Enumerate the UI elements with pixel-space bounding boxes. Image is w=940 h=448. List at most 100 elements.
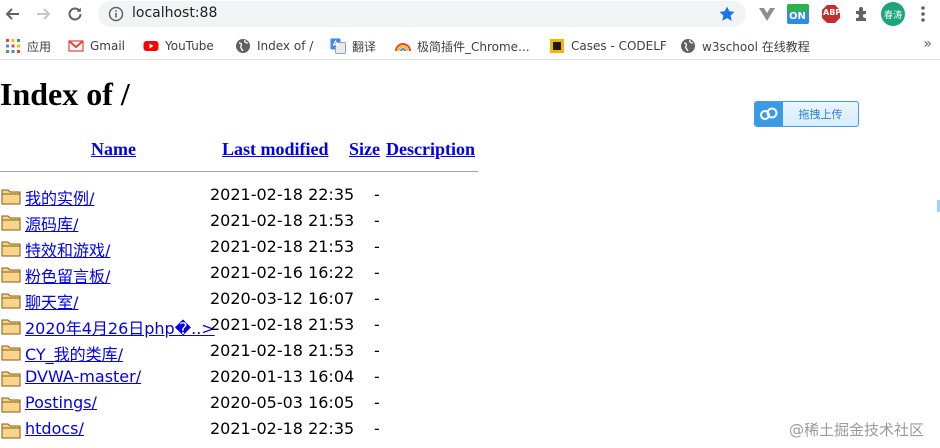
last-modified-value: 2021-02-16 16:22 [210, 263, 355, 282]
last-modified-value: 2021-02-18 21:53 [210, 341, 355, 360]
sort-by-description-link[interactable]: Description [386, 139, 475, 159]
table-row: Postings/2020-05-03 16:05- [0, 391, 940, 417]
table-row: DVWA-master/2020-01-13 16:04- [0, 365, 940, 391]
last-modified-value: 2021-02-18 21:53 [210, 237, 355, 256]
bookmark-label: w3school 在线教程 [702, 39, 810, 54]
folder-icon [1, 265, 21, 283]
apps-grid-icon [6, 39, 20, 53]
folder-link[interactable]: htdocs/ [25, 419, 84, 438]
header-divider [0, 171, 478, 172]
abp-badge-text: ABP [823, 8, 842, 17]
profile-avatar[interactable]: 春涛 [881, 2, 905, 26]
upload-button-label: 拖拽上传 [798, 108, 843, 121]
reload-icon [68, 7, 82, 21]
bookmark-label: 翻译 [352, 39, 377, 54]
column-header-last-modified[interactable]: Last modified [222, 139, 329, 160]
table-row: 2020年4月26日php�..> 2021-02-18 21:53- [0, 313, 940, 339]
bookmark-apps[interactable]: 应用 [5, 37, 51, 55]
size-value: - [374, 315, 380, 334]
column-header-name[interactable]: Name [91, 139, 136, 160]
folder-link[interactable]: DVWA-master/ [25, 367, 141, 386]
table-row: 特效和游戏/2021-02-18 21:53- [0, 235, 940, 261]
bookmark-label: YouTube [165, 39, 214, 53]
extensions-puzzle-icon[interactable] [851, 3, 873, 25]
back-arrow-icon [5, 8, 19, 20]
sort-by-size-link[interactable]: Size [349, 139, 380, 159]
page-title: Index of / [0, 76, 130, 112]
size-value: - [374, 393, 380, 412]
reload-button[interactable] [64, 3, 86, 25]
cloud-icon [755, 102, 783, 126]
folder-icon [1, 187, 21, 205]
bookmark-label: Index of / [257, 39, 314, 53]
size-value: - [374, 211, 380, 230]
last-modified-value: 2020-01-13 16:04 [210, 367, 355, 386]
gmail-icon [68, 40, 84, 52]
folder-icon [1, 213, 21, 231]
info-icon[interactable] [108, 6, 124, 22]
column-header-size[interactable]: Size [349, 139, 380, 160]
size-value: - [374, 263, 380, 282]
url-text[interactable]: localhost:88 [132, 5, 217, 21]
address-bar[interactable]: localhost:88 [98, 1, 746, 27]
bookmark-translate[interactable]: 翻译 [330, 37, 376, 55]
folder-link[interactable]: 我的实例/ [25, 185, 94, 209]
column-header-description[interactable]: Description [386, 139, 475, 160]
more-bookmarks-chevron-icon[interactable]: » [923, 36, 932, 52]
profile-label: 春涛 [883, 10, 902, 21]
sort-by-date-link[interactable]: Last modified [222, 139, 329, 159]
codelf-icon [550, 39, 564, 53]
size-value: - [374, 367, 380, 386]
folder-icon [1, 369, 21, 387]
bookmark-w3school[interactable]: w3school 在线教程 [680, 37, 810, 55]
last-modified-value: 2021-02-18 21:53 [210, 211, 355, 230]
folder-icon [1, 291, 21, 309]
last-modified-value: 2020-05-03 16:05 [210, 393, 355, 412]
youtube-icon [143, 41, 159, 51]
folder-link[interactable]: 粉色留言板/ [25, 263, 110, 287]
translate-icon [330, 38, 346, 54]
bookmark-gmail[interactable]: Gmail [68, 37, 125, 55]
bookmark-codelf[interactable]: Cases - CODELF [549, 37, 667, 55]
folder-icon [1, 395, 21, 413]
bookmark-star-icon[interactable] [718, 5, 736, 23]
browser-toolbar: localhost:88 ON ABP 春涛 [0, 0, 940, 28]
last-modified-value: 2021-02-18 22:35 [210, 419, 355, 438]
size-value: - [374, 237, 380, 256]
adblock-plus-icon[interactable]: ABP [820, 3, 842, 25]
vue-devtools-icon[interactable] [756, 3, 778, 25]
table-row: 我的实例/2021-02-18 22:35- [0, 183, 940, 209]
folder-link[interactable]: Postings/ [25, 393, 97, 412]
table-row: 粉色留言板/2021-02-16 16:22- [0, 261, 940, 287]
folder-link[interactable]: CY_我的类库/ [25, 341, 123, 365]
drag-upload-button[interactable]: 拖拽上传 [754, 101, 859, 127]
last-modified-value: 2021-02-18 22:35 [210, 185, 355, 204]
size-value: - [374, 289, 380, 308]
on-badge-text: ON [789, 11, 806, 22]
bookmark-label: Cases - CODELF [571, 39, 667, 53]
folder-link[interactable]: 聊天室/ [25, 289, 78, 313]
on-extension-icon[interactable]: ON [786, 3, 810, 25]
last-modified-value: 2020-03-12 16:07 [210, 289, 355, 308]
table-row: CY_我的类库/2021-02-18 21:53- [0, 339, 940, 365]
forward-button[interactable] [32, 3, 54, 25]
bookmark-youtube[interactable]: YouTube [143, 37, 214, 55]
table-row: 聊天室/2020-03-12 16:07- [0, 287, 940, 313]
folder-link[interactable]: 特效和游戏/ [25, 237, 110, 261]
bookmark-index-of[interactable]: Index of / [235, 37, 313, 55]
menu-kebab-icon[interactable] [912, 3, 934, 25]
bookmarks-bar: 应用 Gmail YouTube Index of / 翻译 极简插件_Chro… [0, 30, 940, 60]
rainbow-icon [395, 43, 411, 52]
bookmark-chrome-plugins[interactable]: 极简插件_Chrome... [395, 37, 530, 55]
globe-icon [681, 39, 695, 53]
sort-by-name-link[interactable]: Name [91, 139, 136, 159]
forward-arrow-icon [37, 8, 51, 20]
watermark: @稀土掘金技术社区 [788, 421, 924, 439]
folder-icon [1, 239, 21, 257]
page-content: Index of / 拖拽上传 Name Last modified Size … [0, 61, 940, 448]
folder-icon [1, 343, 21, 361]
back-button[interactable] [2, 3, 24, 25]
folder-link[interactable]: 2020年4月26日php�..> [25, 315, 215, 339]
folder-link[interactable]: 源码库/ [25, 211, 78, 235]
size-value: - [374, 185, 380, 204]
